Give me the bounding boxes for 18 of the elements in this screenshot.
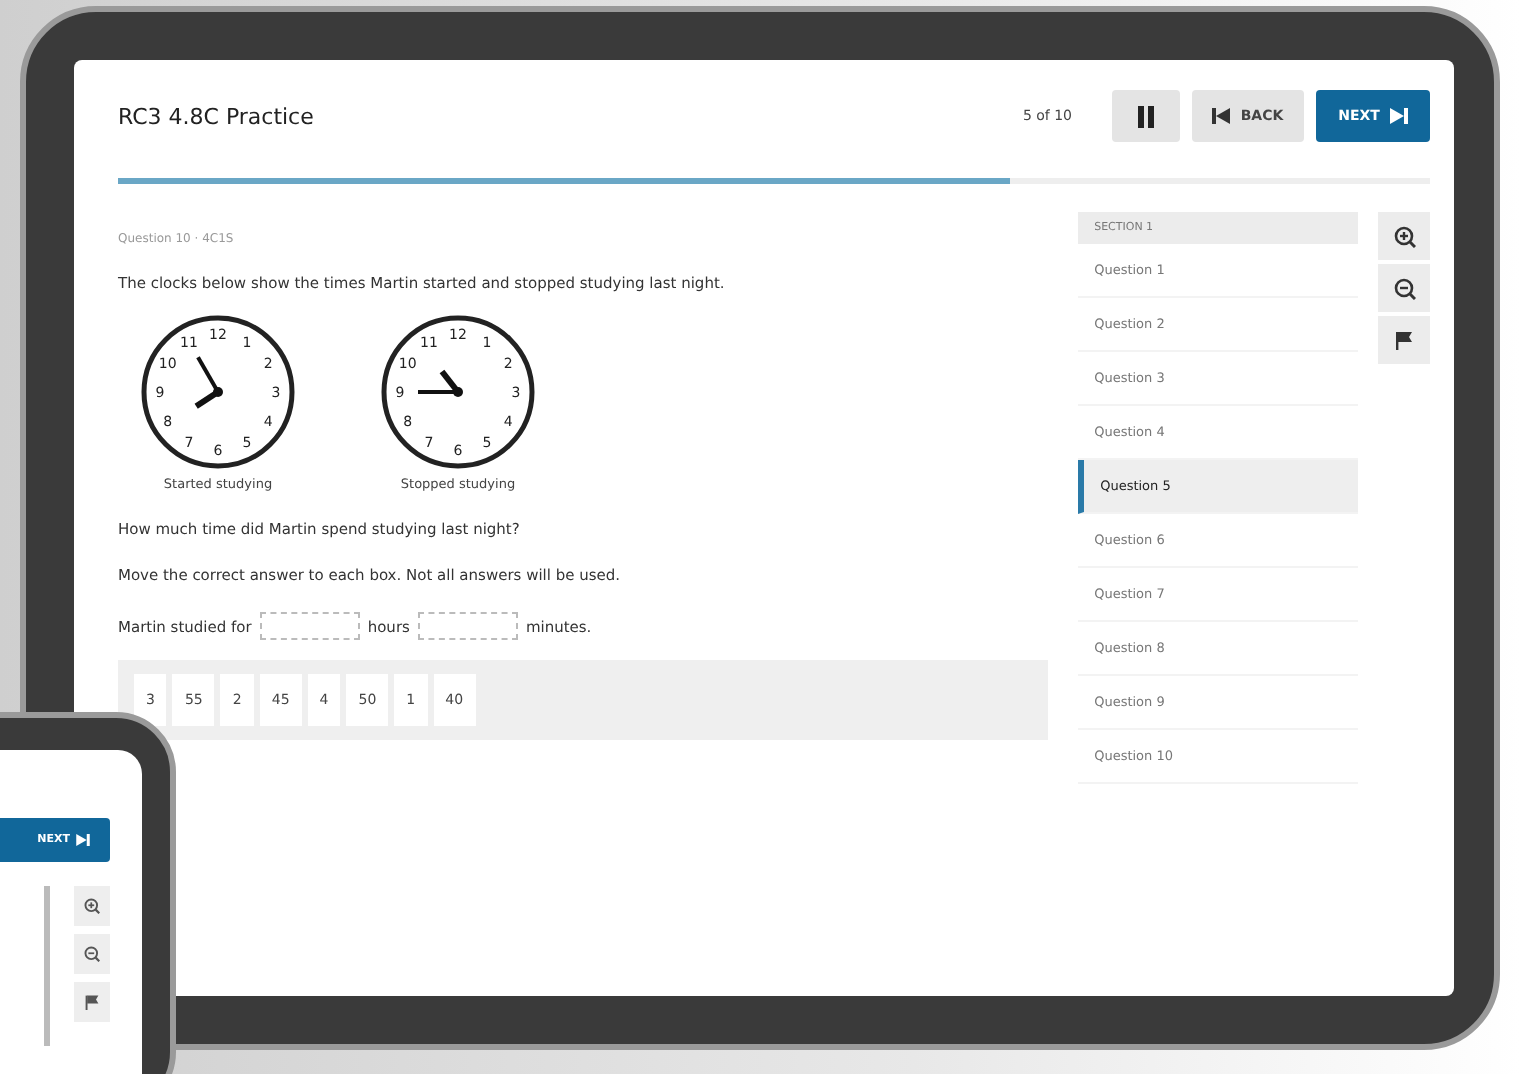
test-title: RC3 4.8C Practice xyxy=(118,103,316,129)
zoom-out-icon xyxy=(84,946,100,962)
zoom-out-button[interactable] xyxy=(1378,264,1430,312)
zoom-out-button[interactable] xyxy=(74,934,110,974)
zoom-in-button[interactable] xyxy=(1378,212,1430,260)
zoom-in-icon xyxy=(84,898,100,914)
flag-button[interactable] xyxy=(1378,316,1430,364)
skip-forward-icon xyxy=(1389,108,1408,124)
pause-button[interactable] xyxy=(1112,90,1180,142)
zoom-out-icon xyxy=(1393,277,1415,299)
flag-button[interactable] xyxy=(74,982,110,1022)
zoom-in-icon xyxy=(1393,225,1415,247)
skip-back-icon xyxy=(1212,108,1231,124)
pause-icon xyxy=(1136,105,1156,127)
zoom-in-button[interactable] xyxy=(74,886,110,926)
flag-icon xyxy=(84,994,100,1010)
flag-icon xyxy=(1394,330,1414,350)
skip-forward-icon xyxy=(76,834,90,846)
